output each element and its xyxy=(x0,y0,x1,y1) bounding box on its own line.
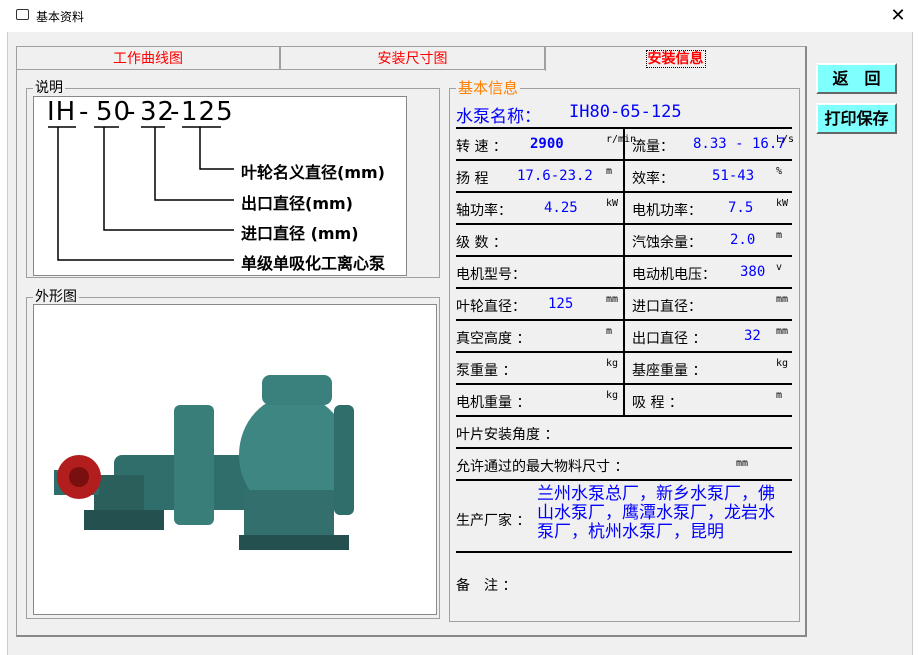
tab-label: 安装信息 xyxy=(645,50,706,68)
info-label: 泵重量 ： xyxy=(456,363,517,379)
max-material-label: 允许通过的最大物料尺寸 ： xyxy=(456,459,629,475)
background-window xyxy=(0,32,8,655)
explanation-outlet: 出口直径(mm) xyxy=(241,194,353,213)
info-value: 2.0 xyxy=(730,232,756,248)
manufacturer-label: 生产厂家 ： xyxy=(456,513,531,529)
tab-work-curve[interactable]: 工作曲线图 xyxy=(16,46,280,70)
info-unit: m xyxy=(776,230,783,241)
close-button[interactable]: ✕ xyxy=(884,4,912,28)
info-unit: v xyxy=(776,262,783,273)
print-save-button[interactable]: 打印保存 xyxy=(816,103,897,134)
description-diagram: IH - 50 - 32 - 125 叶轮名义直径(mm) 出口直径(mm) 进… xyxy=(33,96,407,276)
description-label: 说明 xyxy=(33,79,65,97)
info-label: 轴功率： xyxy=(456,203,512,219)
info-unit: mm xyxy=(776,294,789,305)
pump-name-label: 水泵名称： xyxy=(456,107,541,127)
title-bar xyxy=(0,0,921,32)
info-unit: m xyxy=(606,166,613,177)
info-unit: kg xyxy=(606,358,619,369)
back-button[interactable]: 返 回 xyxy=(816,63,897,94)
info-unit: mm xyxy=(776,326,789,337)
explanation-inlet: 进口直径 (mm) xyxy=(241,224,359,243)
info-value: 17.6-23.2 xyxy=(517,168,593,184)
info-unit: kW xyxy=(776,198,789,209)
remark-label: 备 注 ： xyxy=(456,578,517,594)
explanation-impeller: 叶轮名义直径(mm) xyxy=(241,163,385,182)
explanation-type: 单级单吸化工离心泵 xyxy=(241,254,386,273)
info-label: 效率： xyxy=(632,171,674,187)
info-unit: m xyxy=(776,390,783,401)
info-unit: % xyxy=(776,166,783,177)
info-label: 汽蚀余量： xyxy=(632,235,702,251)
info-unit: kg xyxy=(606,390,619,401)
info-label: 级 数 ： xyxy=(456,235,507,251)
info-label: 扬 程 xyxy=(456,171,489,187)
info-unit: m xyxy=(606,326,613,337)
info-value: 32 xyxy=(744,328,761,344)
tab-install-info[interactable]: 安装信息 xyxy=(545,46,807,71)
info-label: 转 速 ： xyxy=(456,139,507,155)
info-value: 4.25 xyxy=(544,200,578,216)
max-material-unit: mm xyxy=(736,458,749,469)
background-window xyxy=(912,32,921,655)
pump-illustration xyxy=(54,375,354,550)
info-label: 出口直径 ： xyxy=(632,331,707,347)
pump-name-value: IH80-65-125 xyxy=(569,102,682,122)
pump-image xyxy=(33,304,437,615)
info-label: 基座重量 ： xyxy=(632,363,707,379)
info-label: 电机型号： xyxy=(456,267,526,283)
info-label: 流量： xyxy=(632,139,674,155)
info-label: 电机重量 ： xyxy=(456,395,531,411)
info-value: 2900 xyxy=(530,136,564,152)
info-value: 51-43 xyxy=(712,168,755,184)
info-unit: L/s xyxy=(776,134,795,145)
info-label: 叶轮直径： xyxy=(456,299,526,315)
info-value: 8.33 - 16.7 xyxy=(693,136,786,152)
manufacturer-value: 兰州水泵总厂，新乡水泵厂，佛山水泵厂，鹰潭水泵厂，龙岩水泵厂，杭州水泵厂，昆明 xyxy=(537,484,775,542)
info-unit: mm xyxy=(606,294,619,305)
info-label: 电动机电压： xyxy=(632,267,716,283)
window-title: 基本资料 xyxy=(36,10,85,24)
info-label: 电机功率： xyxy=(632,203,702,219)
info-unit: kg xyxy=(776,358,789,369)
info-label: 进口直径： xyxy=(632,299,702,315)
basic-info-label: 基本信息 xyxy=(456,79,521,97)
app-icon xyxy=(16,9,29,20)
info-value: 7.5 xyxy=(728,200,754,216)
info-label: 吸 程 ： xyxy=(632,395,683,411)
info-value: 125 xyxy=(548,296,574,312)
info-unit: kW xyxy=(606,198,619,209)
tab-install-size[interactable]: 安装尺寸图 xyxy=(280,46,545,70)
blade-angle-label: 叶片安装角度 ： xyxy=(456,427,559,443)
info-label: 真空高度 ： xyxy=(456,331,531,347)
info-value: 380 xyxy=(740,264,766,280)
